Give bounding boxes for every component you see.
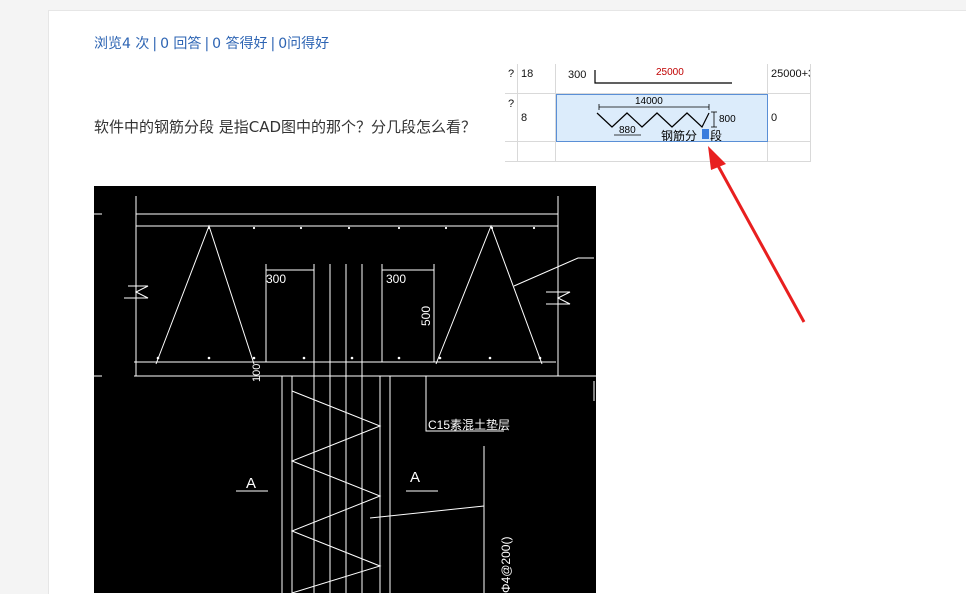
table-cell: ? — [505, 64, 518, 94]
table-cell-shape: 300 25000 — [556, 64, 768, 94]
table-cell: 18 — [518, 64, 556, 94]
cad-rebar-note: Φ4@200() — [499, 537, 513, 593]
zigzag-bar-shape: 14000 800 880 钢筋分 段 — [596, 96, 736, 141]
table-cell: ? — [505, 94, 518, 142]
rebar-segment-text: 钢筋分 — [661, 128, 697, 141]
question-text: 软件中的钢筋分段 是指CAD图中的那个？分几段怎么看？ — [94, 118, 477, 136]
stats-separator: | — [152, 36, 158, 52]
cad-drawing-image: 300 300 500 100 C15素混土垫层 A A Φ4@200() — [94, 186, 596, 593]
straight-bar-shape: 25000 — [594, 67, 732, 84]
table-cell: 8 — [518, 94, 556, 142]
text-cursor-highlight — [702, 129, 709, 139]
good-answers-count-link[interactable]: 0 答得好 — [212, 36, 267, 52]
cad-concrete-note: C15素混土垫层 — [428, 417, 510, 432]
cad-section-right: A — [410, 469, 420, 486]
cad-dim-left: 300 — [266, 272, 286, 286]
table-cell — [505, 142, 518, 162]
stats-separator: | — [204, 36, 210, 52]
top-dimension-label: 14000 — [635, 96, 663, 107]
answers-count-link[interactable]: 0 回答 — [160, 36, 201, 52]
cad-dim-height: 500 — [419, 306, 433, 326]
cad-section-left: A — [246, 475, 256, 492]
bottom-dimension-label: 880 — [619, 125, 636, 136]
views-count-link[interactable]: 浏览4 次 — [94, 36, 149, 52]
table-cell: 25000+3 — [768, 64, 811, 94]
cad-drawing-svg: 300 300 500 100 C15素混土垫层 A A Φ4@200() — [94, 196, 596, 593]
table-cell — [518, 142, 556, 162]
shape-length-label: 25000 — [656, 67, 684, 78]
height-dimension-label: 800 — [719, 114, 736, 125]
helpful-count-link[interactable]: 0问得好 — [278, 36, 329, 52]
cad-dim-right: 300 — [386, 272, 406, 286]
table-cell: 0 — [768, 94, 811, 142]
table-cell-shape-selected[interactable]: 14000 800 880 钢筋分 段 — [556, 94, 768, 142]
question-stats: 浏览4 次 | 0 回答 | 0 答得好 | 0问得好 — [94, 33, 329, 53]
cad-dim-side: 100 — [251, 364, 263, 382]
red-arrow-annotation — [708, 146, 806, 323]
stats-separator: | — [270, 36, 276, 52]
